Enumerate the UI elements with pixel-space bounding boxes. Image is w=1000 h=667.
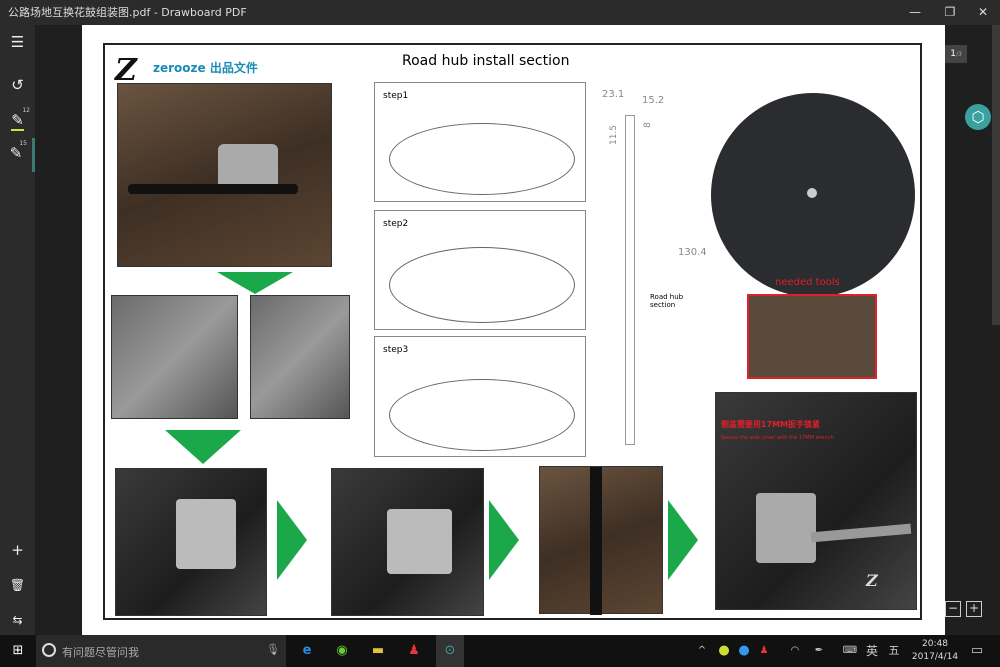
time: 20:48 bbox=[922, 639, 948, 649]
search-box[interactable]: 有问题尽管问我 🎙 bbox=[36, 635, 286, 667]
cortana-icon bbox=[42, 643, 56, 657]
date: 2017/4/14 bbox=[911, 652, 959, 662]
step1-diagram: step1 bbox=[374, 82, 586, 202]
photo-disc-wheel: needed tools bbox=[707, 89, 919, 384]
dimension-label: 23.1 bbox=[602, 89, 625, 100]
pen-size-badge: 15 bbox=[19, 140, 27, 147]
step-label: step3 bbox=[383, 345, 409, 355]
caption-en: Secure the side cover with the 17MM wren… bbox=[721, 435, 834, 441]
tray-app-icon[interactable]: ● bbox=[717, 635, 731, 667]
needed-tools-label: needed tools bbox=[775, 277, 840, 288]
sidebar: ☰ ↺ ✎ 12 ✎ 15 + 🗑 ⇆ bbox=[0, 25, 35, 635]
search-placeholder: 有问题尽管问我 bbox=[62, 646, 139, 659]
tray-expand-icon[interactable]: ^ bbox=[695, 635, 709, 667]
minimize-button[interactable]: — bbox=[900, 0, 930, 25]
close-button[interactable]: ✕ bbox=[968, 0, 998, 25]
clock[interactable]: 20:48 2017/4/14 bbox=[910, 638, 960, 664]
file-explorer-icon[interactable]: ▬ bbox=[366, 635, 390, 667]
pen-tool-2[interactable]: ✎ 15 bbox=[0, 138, 35, 172]
arrow-down-icon bbox=[217, 272, 293, 294]
qq-icon[interactable]: ♟ bbox=[402, 635, 426, 667]
dimension-label: 130.4 bbox=[678, 247, 707, 258]
total-pages: /3 bbox=[955, 51, 962, 58]
dimension-label: 8 bbox=[642, 122, 653, 128]
restore-button[interactable]: ❐ bbox=[935, 0, 965, 25]
step-label: step2 bbox=[383, 219, 409, 229]
dimension-label: 15.2 bbox=[642, 95, 665, 106]
tray-qq-icon[interactable]: ♟ bbox=[757, 635, 771, 667]
photo-freehub-install bbox=[115, 468, 267, 616]
zoom-in-button[interactable]: + bbox=[966, 601, 982, 617]
photo-freehub-removal bbox=[111, 295, 238, 419]
wheel-cross-section bbox=[625, 115, 635, 445]
page-indicator[interactable]: 1/3 bbox=[945, 45, 967, 63]
notification-icon[interactable]: ▭ bbox=[966, 635, 988, 667]
document-frame: Z zerooze 出品文件 Road hub install section … bbox=[103, 43, 922, 620]
logo-text: zerooze 出品文件 bbox=[153, 61, 258, 75]
network-icon[interactable]: ◠ bbox=[788, 635, 802, 667]
arrow-right-icon bbox=[489, 500, 519, 580]
right-panel: 1/3 ⬡ − + bbox=[945, 25, 1000, 635]
taskbar: ⊞ 有问题尽管问我 🎙 e ◉ ▬ ♟ ⊙ ^ ● ● ♟ ◠ ✒ ⌨ 英 五 … bbox=[0, 635, 1000, 667]
road-hub-label: Road hub section bbox=[650, 293, 684, 309]
scrollbar[interactable] bbox=[992, 25, 1000, 325]
ime-language[interactable]: 英 bbox=[864, 635, 880, 667]
trash-icon[interactable]: 🗑 bbox=[0, 570, 35, 600]
undo-icon[interactable]: ↺ bbox=[0, 70, 35, 100]
document-title: Road hub install section bbox=[402, 53, 570, 69]
arrow-down-icon bbox=[165, 430, 241, 464]
ime-mode[interactable]: 五 bbox=[886, 635, 902, 667]
photo-wheel-mounted bbox=[539, 466, 663, 615]
step3-diagram: step3 bbox=[374, 336, 586, 457]
photo-hub-parts bbox=[117, 83, 332, 267]
arrow-right-icon bbox=[277, 500, 307, 580]
start-button[interactable]: ⊞ bbox=[0, 635, 36, 667]
add-icon[interactable]: + bbox=[0, 535, 35, 565]
settings-hex-icon[interactable]: ⬡ bbox=[965, 104, 991, 130]
watermark-logo: Z bbox=[866, 571, 878, 590]
step2-diagram: step2 bbox=[374, 210, 586, 330]
step-label: step1 bbox=[383, 91, 409, 101]
edge-icon[interactable]: e bbox=[295, 635, 319, 667]
drawboard-taskbar-icon[interactable]: ⊙ bbox=[436, 635, 464, 667]
title-bar: 公路场地互换花鼓组装图.pdf - Drawboard PDF bbox=[0, 0, 1000, 25]
pen-tool-1[interactable]: ✎ 12 bbox=[0, 105, 35, 135]
pen-size-badge: 12 bbox=[22, 107, 30, 114]
swap-icon[interactable]: ⇆ bbox=[0, 605, 35, 635]
keyboard-icon[interactable]: ⌨ bbox=[840, 635, 860, 667]
dimension-label: 11.5 bbox=[609, 124, 620, 146]
tray-app-icon[interactable]: ● bbox=[737, 635, 751, 667]
photo-freehub-mounted bbox=[331, 468, 484, 616]
microphone-icon[interactable]: 🎙 bbox=[266, 643, 280, 656]
arrow-right-icon bbox=[668, 500, 698, 580]
pdf-page[interactable]: Z zerooze 出品文件 Road hub install section … bbox=[82, 25, 945, 635]
menu-icon[interactable]: ☰ bbox=[0, 27, 35, 57]
caption-cn: 侧盖需要用17MM扳手锁紧 bbox=[721, 420, 821, 429]
photo-wrench: 侧盖需要用17MM扳手锁紧 Secure the side cover with… bbox=[715, 392, 917, 610]
window-title: 公路场地互换花鼓组装图.pdf - Drawboard PDF bbox=[8, 6, 247, 19]
pen-tray-icon[interactable]: ✒ bbox=[812, 635, 826, 667]
zoom-out-button[interactable]: − bbox=[945, 601, 961, 617]
browser-icon[interactable]: ◉ bbox=[330, 635, 354, 667]
photo-hub-axle bbox=[250, 295, 350, 419]
